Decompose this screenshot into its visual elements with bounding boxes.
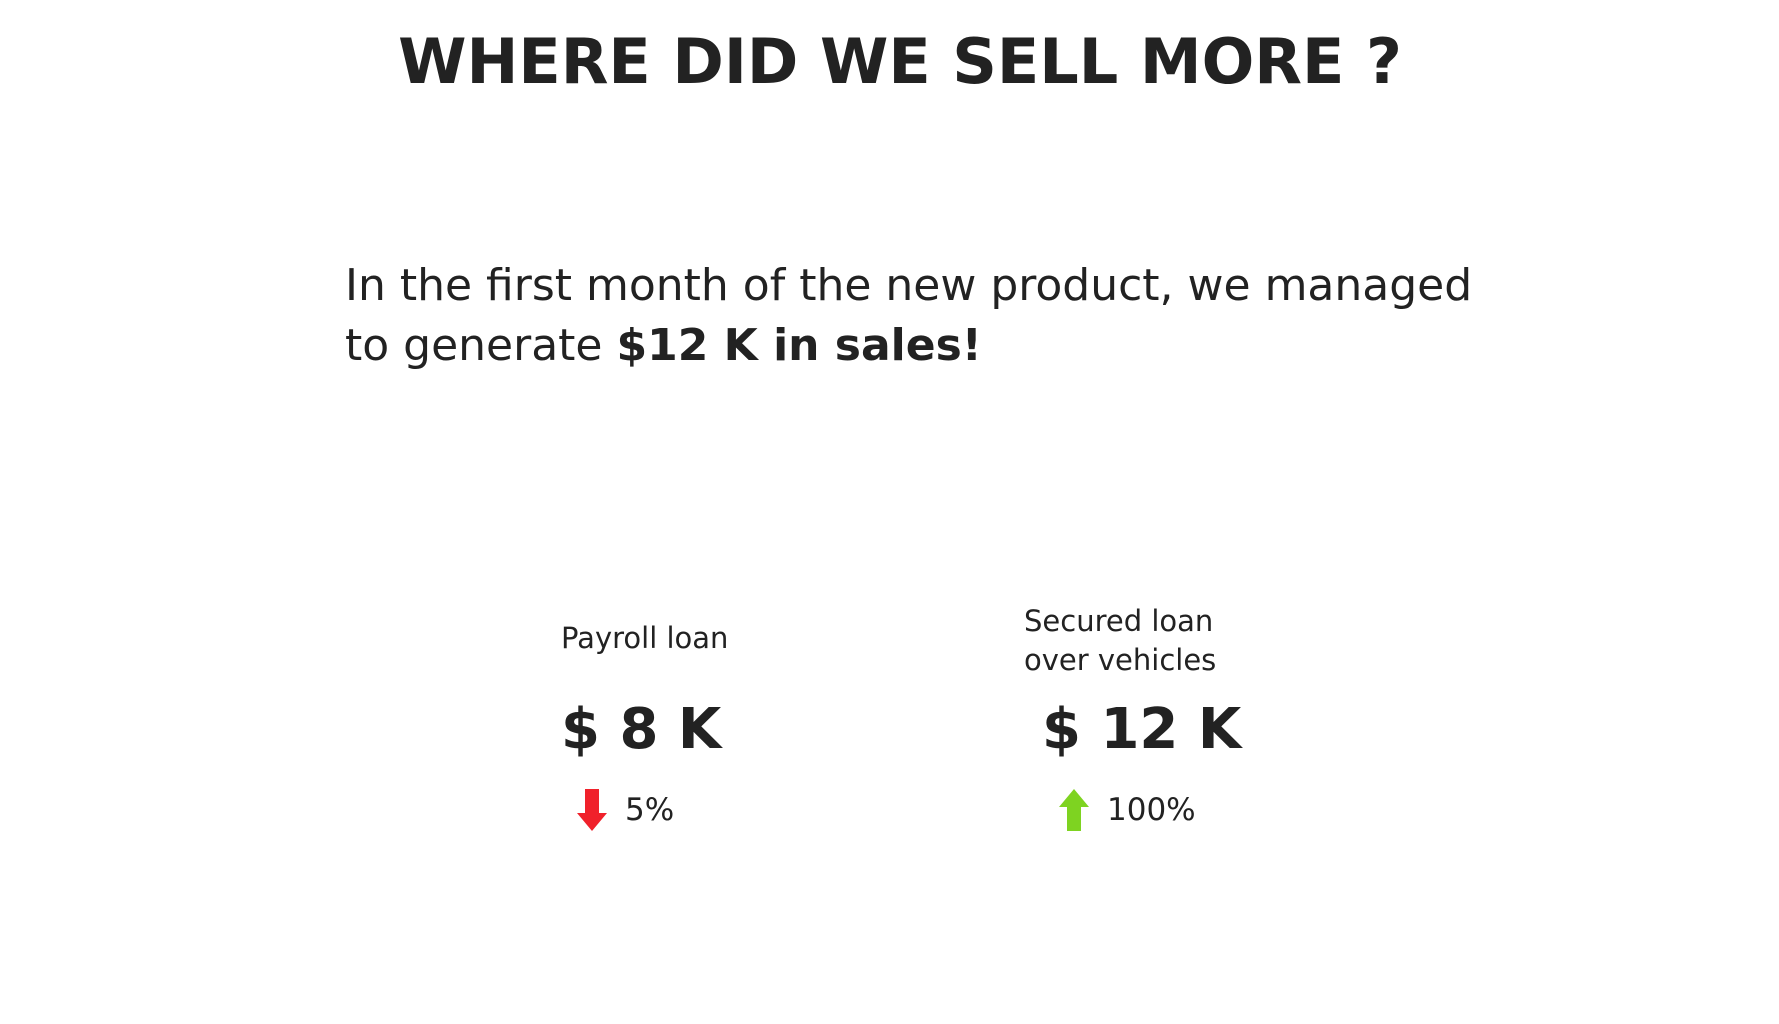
page-title: WHERE DID WE SELL MORE ? xyxy=(398,25,1402,98)
intro-line-1: In the first month of the new product, w… xyxy=(345,260,1473,311)
kpi-label-line: Payroll loan xyxy=(561,621,729,655)
arrow-down-icon xyxy=(577,789,607,831)
kpi-value-payroll-loan: $ 8 K xyxy=(561,697,722,762)
kpi-change-value: 100% xyxy=(1107,792,1196,828)
intro-text: In the first month of the new product, w… xyxy=(345,256,1495,376)
intro-line-2-plain: to generate xyxy=(345,320,617,371)
kpi-label-line: over vehicles xyxy=(1024,643,1217,677)
intro-line-2: to generate $12 K in sales! xyxy=(345,316,1495,376)
intro-highlight: $12 K in sales! xyxy=(616,320,982,371)
kpi-change-value: 5% xyxy=(625,792,675,828)
kpi-value-secured-loan: $ 12 K xyxy=(1042,697,1242,762)
kpi-change-secured-loan: 100% xyxy=(1059,788,1196,832)
kpi-label-payroll-loan: Payroll loan xyxy=(561,619,728,658)
arrow-up-icon xyxy=(1059,789,1089,831)
kpi-change-payroll-loan: 5% xyxy=(577,788,674,832)
kpi-label-secured-loan: Secured loan over vehicles xyxy=(1024,602,1216,680)
kpi-label-line: Secured loan xyxy=(1024,604,1214,638)
